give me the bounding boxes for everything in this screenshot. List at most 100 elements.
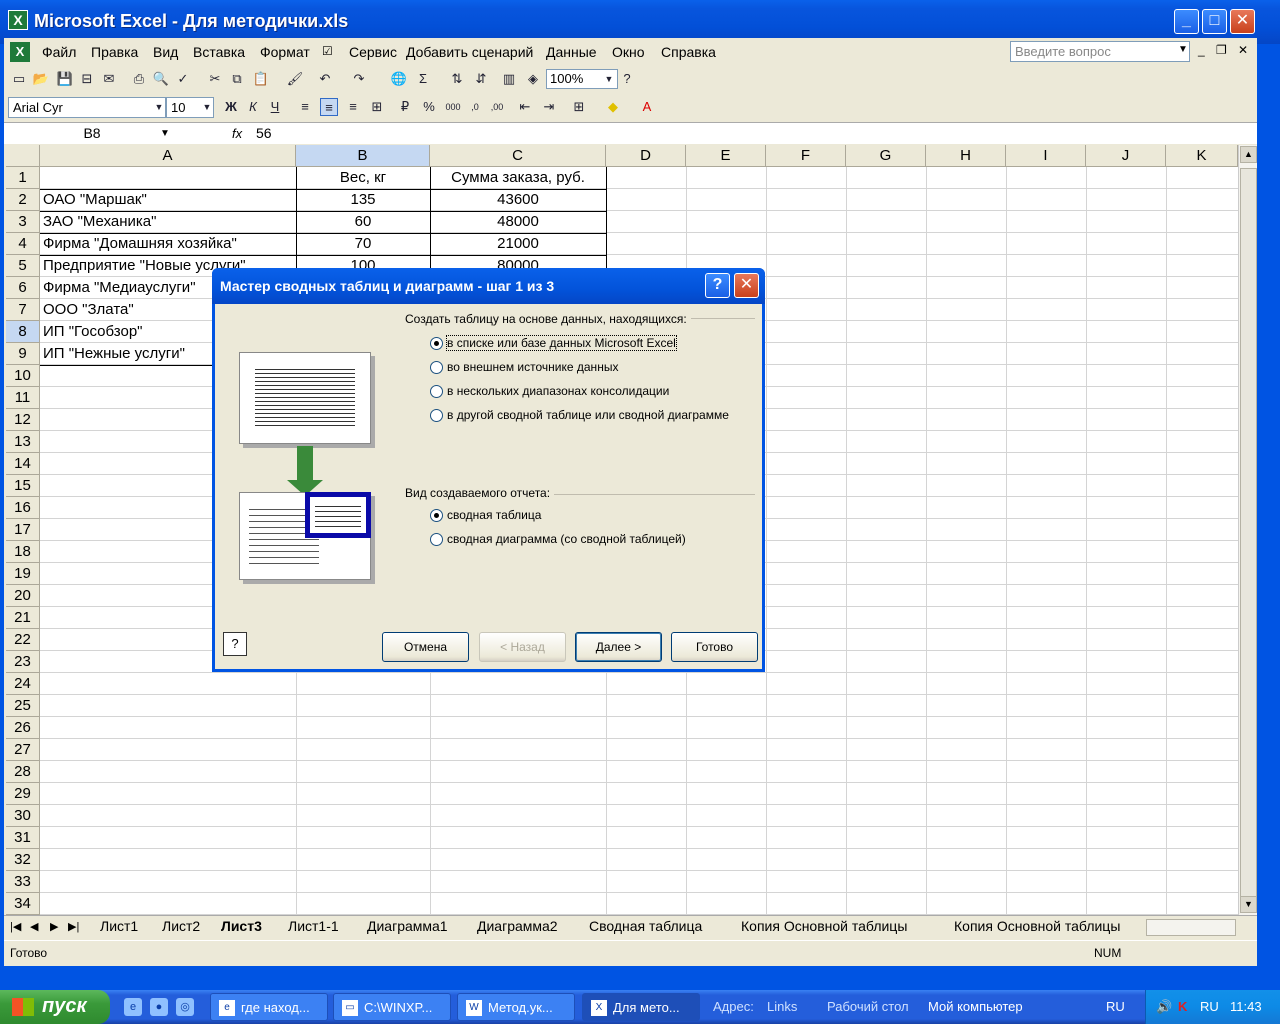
- formula-input[interactable]: 56: [256, 125, 272, 141]
- menu-edit[interactable]: Правка: [91, 44, 138, 60]
- first-sheet-icon[interactable]: |◀: [10, 920, 21, 933]
- desktop-toolbar[interactable]: Рабочий стол: [827, 999, 909, 1014]
- column-header[interactable]: J: [1086, 145, 1166, 167]
- row-header[interactable]: 25: [6, 695, 40, 717]
- antivirus-icon[interactable]: K: [1178, 999, 1187, 1014]
- currency-icon[interactable]: ₽: [396, 98, 414, 116]
- radio-report-pivot-table[interactable]: [430, 509, 443, 522]
- cell-c2[interactable]: 43600: [430, 189, 606, 211]
- format-painter-icon[interactable]: 🖌: [286, 70, 304, 88]
- print-preview-icon[interactable]: 🔍: [152, 70, 170, 88]
- column-header[interactable]: H: [926, 145, 1006, 167]
- radio-source-consolidation[interactable]: [430, 385, 443, 398]
- row-header[interactable]: 27: [6, 739, 40, 761]
- language-indicator[interactable]: RU: [1106, 999, 1125, 1014]
- column-header[interactable]: D: [606, 145, 686, 167]
- sort-asc-icon[interactable]: ⇅: [448, 70, 466, 88]
- row-header[interactable]: 13: [6, 431, 40, 453]
- chevron-down-icon[interactable]: ▼: [160, 128, 170, 139]
- scroll-thumb[interactable]: [1240, 168, 1257, 903]
- column-header[interactable]: E: [686, 145, 766, 167]
- help-icon[interactable]: ?: [618, 70, 636, 88]
- underline-button[interactable]: Ч: [266, 98, 284, 116]
- workbook-icon[interactable]: X: [10, 42, 30, 62]
- row-header[interactable]: 32: [6, 849, 40, 871]
- spelling-icon[interactable]: ✓: [174, 70, 192, 88]
- office-assistant-icon[interactable]: ?: [223, 632, 247, 656]
- row-header[interactable]: 23: [6, 651, 40, 673]
- column-header[interactable]: I: [1006, 145, 1086, 167]
- cell-a2[interactable]: ОАО "Маршак": [43, 189, 296, 211]
- tray-language[interactable]: RU: [1200, 999, 1219, 1014]
- vertical-scrollbar[interactable]: ▲ ▼: [1238, 145, 1257, 915]
- menu-data[interactable]: Данные: [546, 44, 597, 60]
- radio-label[interactable]: сводная диаграмма (со сводной таблицей): [447, 532, 686, 546]
- taskbar-item-active[interactable]: X Для мето...: [582, 993, 700, 1021]
- row-header[interactable]: 33: [6, 871, 40, 893]
- sheet-tab[interactable]: Диаграмма1: [367, 918, 448, 934]
- percent-icon[interactable]: %: [420, 98, 438, 116]
- row-header[interactable]: 10: [6, 365, 40, 387]
- font-color-icon[interactable]: A: [638, 98, 656, 116]
- taskbar-item[interactable]: W Метод.ук...: [457, 993, 575, 1021]
- hyperlink-icon[interactable]: 🌐: [390, 70, 408, 88]
- menu-add-scenario[interactable]: Добавить сценарий: [406, 44, 533, 60]
- finish-button[interactable]: Готово: [671, 632, 758, 662]
- name-box[interactable]: B8: [6, 124, 178, 144]
- permission-icon[interactable]: ⊟: [78, 70, 96, 88]
- row-header[interactable]: 9: [6, 343, 40, 365]
- cell-c1[interactable]: Сумма заказа, руб.: [430, 167, 606, 189]
- column-header[interactable]: G: [846, 145, 926, 167]
- align-right-icon[interactable]: ≡: [344, 98, 362, 116]
- menu-format[interactable]: Формат: [260, 44, 310, 60]
- ie-quicklaunch-icon[interactable]: e: [124, 998, 142, 1016]
- email-icon[interactable]: ✉: [100, 70, 118, 88]
- redo-icon[interactable]: ↷: [350, 70, 368, 88]
- decrease-decimal-icon[interactable]: ,00: [488, 98, 506, 116]
- row-header[interactable]: 24: [6, 673, 40, 695]
- row-header[interactable]: 34: [6, 893, 40, 915]
- doc-minimize-button[interactable]: _: [1198, 43, 1205, 57]
- decrease-indent-icon[interactable]: ⇤: [516, 98, 534, 116]
- print-icon[interactable]: ⎙: [130, 70, 148, 88]
- italic-button[interactable]: К: [244, 98, 262, 116]
- align-left-icon[interactable]: ≡: [296, 98, 314, 116]
- increase-indent-icon[interactable]: ⇥: [540, 98, 558, 116]
- row-header[interactable]: 22: [6, 629, 40, 651]
- drawing-icon[interactable]: ◈: [524, 70, 542, 88]
- messenger-quicklaunch-icon[interactable]: ◎: [176, 998, 194, 1016]
- row-header[interactable]: 20: [6, 585, 40, 607]
- radio-label[interactable]: в другой сводной таблице или сводной диа…: [447, 408, 729, 422]
- align-center-icon[interactable]: ≡: [320, 98, 338, 116]
- cut-icon[interactable]: ✂: [206, 70, 224, 88]
- taskbar-item[interactable]: e где наход...: [210, 993, 328, 1021]
- row-header[interactable]: 17: [6, 519, 40, 541]
- cell-b1[interactable]: Вес, кг: [296, 167, 430, 189]
- chevron-down-icon[interactable]: ▼: [600, 70, 618, 88]
- my-computer-toolbar[interactable]: Мой компьютер: [928, 999, 1023, 1014]
- sheet-tab[interactable]: Диаграмма2: [477, 918, 558, 934]
- next-button[interactable]: Далее >: [575, 632, 662, 662]
- sheet-tab[interactable]: Копия Основной таблицы: [741, 918, 907, 934]
- start-button[interactable]: пуск: [0, 990, 110, 1024]
- close-button[interactable]: ✕: [1230, 9, 1255, 34]
- cell-c4[interactable]: 21000: [430, 233, 606, 255]
- open-icon[interactable]: 📂: [32, 70, 50, 88]
- new-icon[interactable]: ▭: [10, 70, 28, 88]
- scroll-down-icon[interactable]: ▼: [1240, 896, 1257, 913]
- row-header[interactable]: 31: [6, 827, 40, 849]
- column-header[interactable]: K: [1166, 145, 1238, 167]
- column-header[interactable]: F: [766, 145, 846, 167]
- scenario-icon[interactable]: ☑: [322, 44, 333, 58]
- increase-decimal-icon[interactable]: ,0: [466, 98, 484, 116]
- paste-icon[interactable]: 📋: [252, 70, 270, 88]
- sheet-tab-active[interactable]: Лист3: [221, 918, 262, 934]
- fx-icon[interactable]: fx: [232, 126, 242, 141]
- menu-window[interactable]: Окно: [612, 44, 645, 60]
- radio-label[interactable]: в нескольких диапазонах консолидации: [447, 384, 669, 398]
- sheet-tab[interactable]: Сводная таблица: [589, 918, 702, 934]
- doc-close-button[interactable]: ✕: [1238, 43, 1248, 57]
- last-sheet-icon[interactable]: ▶|: [68, 920, 79, 933]
- row-header[interactable]: 14: [6, 453, 40, 475]
- radio-report-pivot-chart[interactable]: [430, 533, 443, 546]
